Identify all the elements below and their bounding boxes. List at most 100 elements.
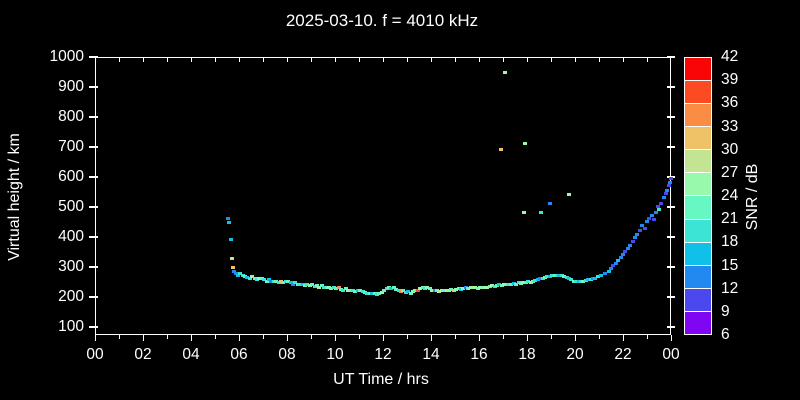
x-top-inside-tick — [478, 58, 480, 62]
colorbar-segment — [685, 195, 711, 219]
y-left-tick — [89, 146, 98, 148]
data-point — [503, 71, 508, 75]
x-major-tick — [622, 335, 624, 341]
y-axis-title: Virtual height / km — [6, 133, 23, 261]
x-top-inside-tick — [214, 58, 216, 62]
y-left-tick — [89, 86, 98, 88]
x-top-inside-tick — [574, 58, 576, 62]
y-tick-label: 600 — [58, 167, 84, 185]
x-tick-label: 00 — [662, 346, 680, 363]
y-left-tick — [89, 56, 98, 58]
x-minor-tick — [502, 335, 504, 339]
data-point — [230, 257, 235, 261]
x-major-tick — [382, 335, 384, 341]
x-minor-tick — [598, 335, 600, 339]
colorbar-tick-label: 9 — [721, 302, 730, 320]
x-tick-label: 14 — [422, 346, 440, 363]
x-top-inside-tick — [430, 58, 432, 62]
x-tick-label: 22 — [614, 346, 632, 363]
colorbar-tick-label: 24 — [721, 187, 739, 204]
colorbar-tick-label: 33 — [721, 117, 739, 135]
colorbar-segment — [685, 264, 711, 288]
y-tick-label: 300 — [58, 257, 84, 275]
data-point — [618, 256, 623, 260]
colorbar-segment — [685, 287, 711, 311]
colorbar-tick-label: 21 — [721, 210, 739, 228]
data-point — [522, 142, 527, 146]
data-point — [566, 192, 571, 196]
colorbar-segment — [685, 103, 711, 127]
colorbar-segment — [685, 241, 711, 265]
data-point — [645, 219, 649, 223]
x-major-tick — [94, 335, 96, 341]
data-point — [625, 246, 630, 250]
data-point — [231, 266, 236, 270]
x-top-inside-tick — [622, 58, 624, 62]
data-point — [498, 148, 503, 152]
y-tick-label: 400 — [58, 227, 84, 245]
x-tick-label: 10 — [326, 346, 344, 363]
x-top-inside-tick — [286, 58, 288, 62]
x-major-tick — [430, 335, 432, 341]
x-top-inside-tick — [598, 58, 600, 62]
colorbar-tick-label: 30 — [721, 140, 739, 158]
data-point — [661, 196, 666, 200]
x-tick-label: 16 — [470, 346, 488, 363]
data-point — [642, 227, 647, 231]
x-top-inside-tick — [454, 58, 456, 62]
x-major-tick — [526, 335, 528, 341]
y-left-tick — [89, 326, 98, 328]
x-major-tick — [142, 335, 144, 341]
x-minor-tick — [406, 335, 408, 339]
x-major-tick — [190, 335, 192, 341]
colorbar-tick-label: 12 — [721, 279, 739, 297]
colorbar-segment — [685, 172, 711, 196]
x-top-inside-tick — [238, 58, 240, 62]
x-tick-label: 00 — [86, 346, 104, 363]
data-point — [606, 269, 611, 273]
x-top-inside-tick — [646, 58, 648, 62]
data-point — [667, 180, 672, 184]
colorbar-segment — [685, 58, 711, 81]
data-point — [657, 208, 661, 212]
colorbar-tick-label: 6 — [721, 326, 730, 343]
colorbar-tick-label: 36 — [721, 94, 739, 112]
x-tick-label: 02 — [134, 346, 152, 363]
x-minor-tick — [646, 335, 648, 339]
y-left-tick — [89, 236, 98, 238]
y-right-tick — [667, 206, 675, 208]
y-right-tick — [667, 86, 675, 88]
data-point — [623, 250, 628, 254]
x-minor-tick — [310, 335, 312, 339]
x-axis-title: UT Time / hrs — [333, 371, 429, 388]
x-top-inside-tick — [142, 58, 144, 62]
colorbar — [684, 57, 712, 335]
ionogram-figure: 2025-03-10. f = 4010 kHz Virtual height … — [0, 0, 800, 400]
colorbar-tick-label: 18 — [721, 233, 739, 251]
x-major-tick — [670, 335, 672, 341]
y-tick-label: 200 — [58, 287, 84, 305]
x-minor-tick — [214, 335, 216, 339]
data-point — [539, 210, 544, 214]
y-left-tick — [89, 116, 98, 118]
x-major-tick — [478, 335, 480, 341]
x-minor-tick — [358, 335, 360, 339]
data-point — [666, 184, 671, 188]
colorbar-tick-label: 15 — [721, 256, 739, 274]
data-point — [665, 188, 670, 192]
y-right-tick — [667, 326, 675, 328]
colorbar-tick-label: 42 — [721, 48, 739, 65]
x-tick-label: 12 — [374, 346, 392, 363]
x-top-inside-tick — [310, 58, 312, 62]
x-minor-tick — [262, 335, 264, 339]
data-point — [637, 229, 642, 233]
colorbar-segment — [685, 218, 711, 242]
x-top-inside-tick — [334, 58, 336, 62]
data-point — [649, 214, 654, 218]
data-point — [609, 266, 613, 270]
x-top-inside-tick — [358, 58, 360, 62]
x-minor-tick — [118, 335, 120, 339]
y-right-tick — [667, 266, 675, 268]
x-major-tick — [334, 335, 336, 341]
y-tick-label: 900 — [58, 77, 84, 95]
